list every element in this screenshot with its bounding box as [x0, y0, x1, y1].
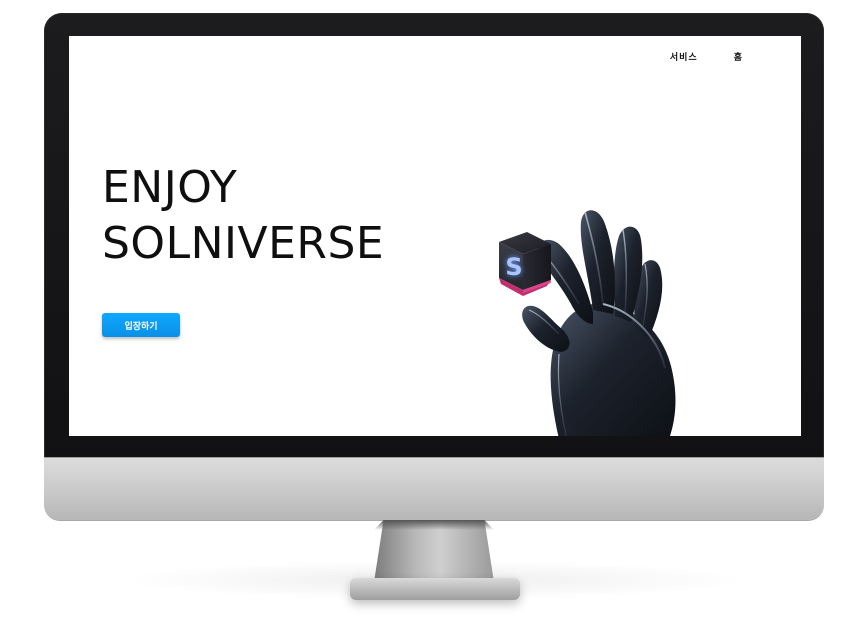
hero-title-line-1: ENJOY [102, 162, 238, 213]
monitor-stand-base [350, 578, 520, 600]
nav-item-home[interactable]: 홈 [734, 50, 743, 63]
cube-logo-letter: S [505, 253, 523, 281]
hand-holding-cube-image [499, 210, 676, 436]
enter-button[interactable]: 입장하기 [102, 313, 180, 337]
glove-palm [550, 303, 676, 436]
monitor-chin [44, 458, 824, 520]
monitor-screen: 서비스 홈 ENJOY SOLNIVERSE 입장하기 S [69, 36, 801, 436]
hero-title-line-2: SOLNIVERSE [102, 218, 385, 269]
stage: 서비스 홈 ENJOY SOLNIVERSE 입장하기 S [0, 0, 868, 625]
monitor-stand-shadow [374, 520, 494, 530]
nav-item-services[interactable]: 서비스 [670, 50, 698, 63]
hero-title: ENJOY SOLNIVERSE [102, 160, 384, 272]
top-nav: 서비스 홈 [670, 50, 743, 63]
